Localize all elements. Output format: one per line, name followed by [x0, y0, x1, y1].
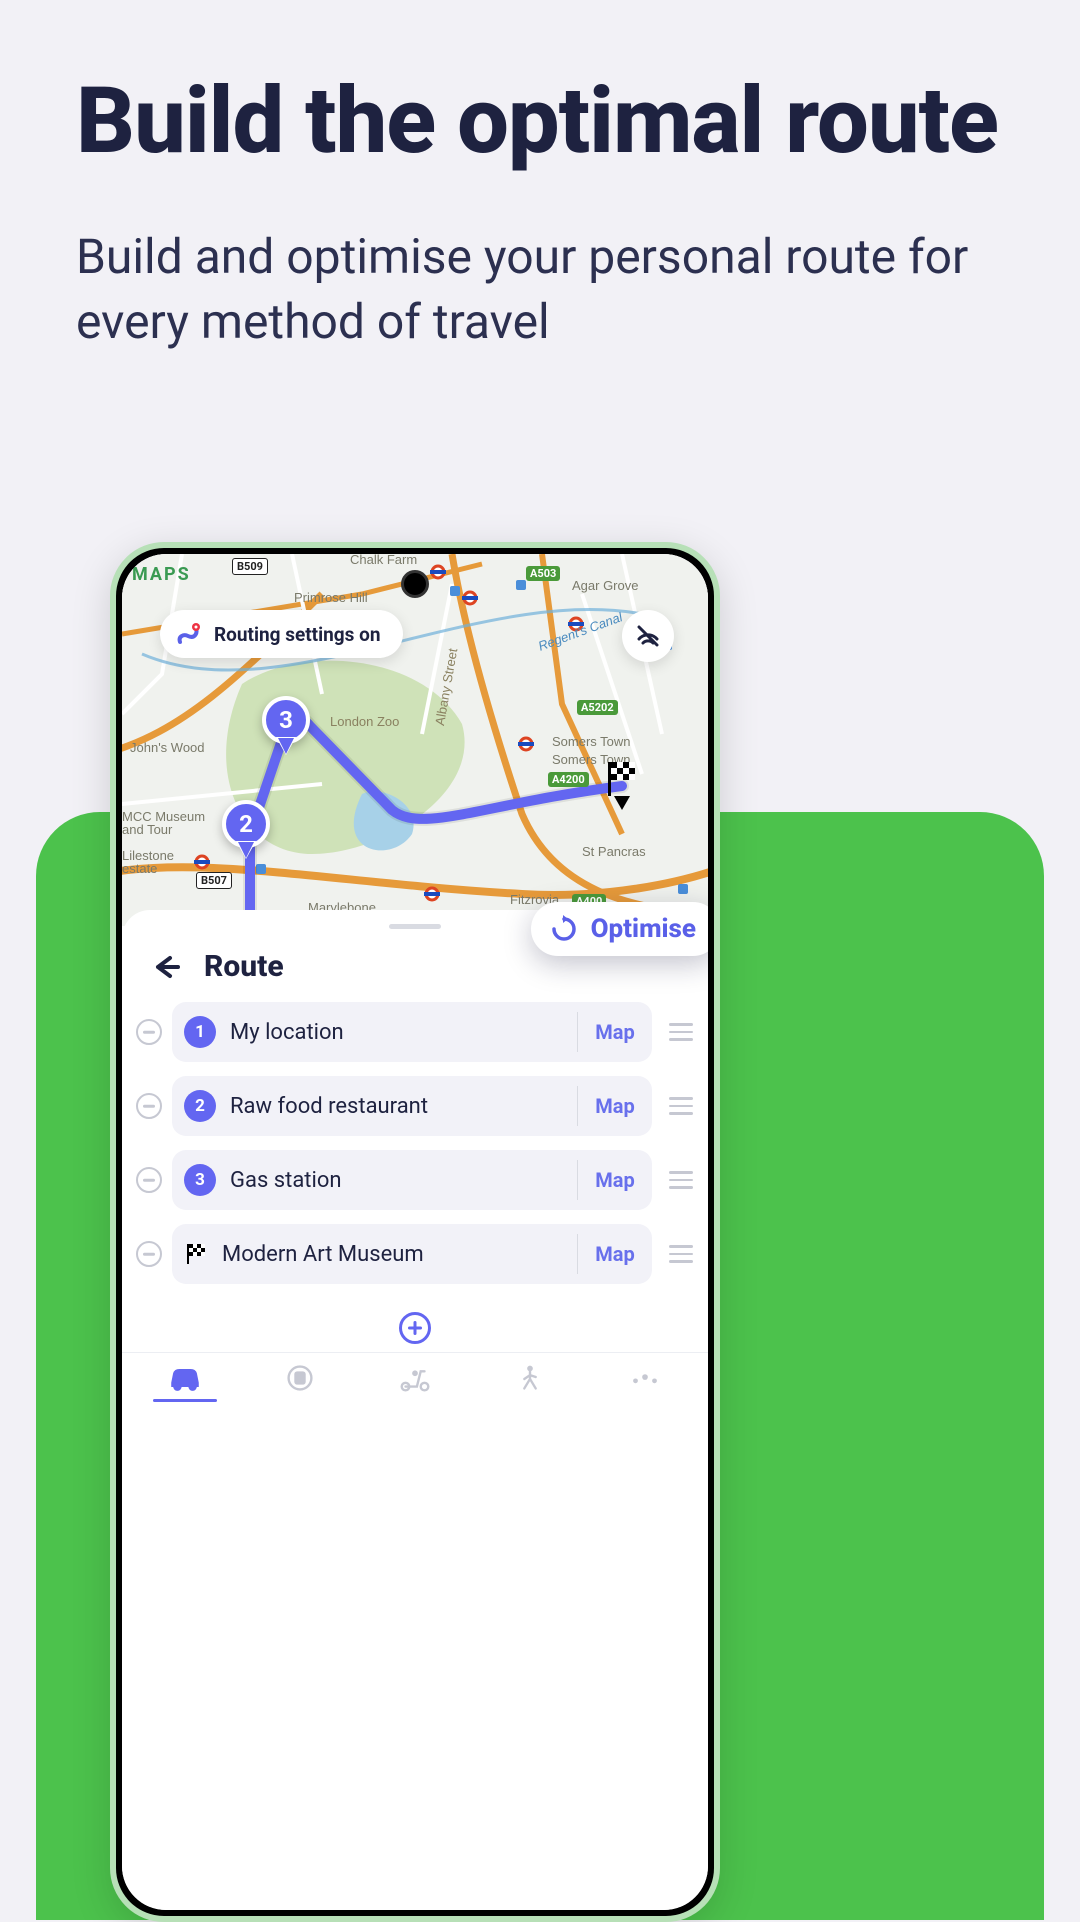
stop-row: 1 My location Map: [136, 1002, 694, 1062]
taxi-icon: [626, 1363, 664, 1393]
map-label: Lilestone estate: [122, 849, 192, 875]
stop-row: Modern Art Museum Map: [136, 1224, 694, 1284]
stop-row: 3 Gas station Map: [136, 1150, 694, 1210]
tab-scooter[interactable]: [383, 1363, 447, 1402]
remove-stop-button[interactable]: [136, 1241, 162, 1267]
walk-icon: [511, 1363, 549, 1393]
map-label: London Zoo: [330, 714, 399, 729]
finish-flag-marker[interactable]: [602, 758, 642, 798]
stop-card[interactable]: 2 Raw food restaurant Map: [172, 1076, 652, 1136]
stops-list: 1 My location Map 2 Raw food restaurant: [122, 1002, 708, 1284]
map-label: St Pancras: [582, 844, 646, 859]
stop-label: Modern Art Museum: [222, 1242, 577, 1267]
road-badge: A5202: [577, 700, 618, 715]
road-badge: B507: [196, 872, 232, 889]
phone-mockup: MAPS Primrose Hill Agar Grove Chalk Farm…: [110, 542, 720, 1922]
map-label: Albany Street: [432, 647, 460, 726]
remove-stop-button[interactable]: [136, 1167, 162, 1193]
stop-number-badge: 3: [184, 1164, 216, 1196]
map-pin-3[interactable]: 3: [262, 696, 310, 744]
stop-number-badge: 1: [184, 1016, 216, 1048]
refresh-icon: [549, 914, 579, 944]
map-pin-2[interactable]: 2: [222, 800, 270, 848]
page-subtitle: Build and optimise your personal route f…: [76, 225, 1004, 355]
status-app-name: MAPS: [132, 564, 191, 585]
map-label: Primrose Hill: [294, 590, 368, 605]
road-badge: A4200: [548, 772, 589, 787]
stop-card[interactable]: 3 Gas station Map: [172, 1150, 652, 1210]
stop-label: My location: [230, 1020, 577, 1045]
stop-map-button[interactable]: Map: [578, 1094, 652, 1118]
road-badge: B509: [232, 558, 268, 575]
stop-map-button[interactable]: Map: [578, 1168, 652, 1192]
scooter-icon: [396, 1363, 434, 1393]
transit-icon: [281, 1363, 319, 1393]
map-label: Agar Grove: [572, 578, 638, 593]
arrow-left-icon: [150, 952, 180, 982]
offline-toggle-button[interactable]: [622, 610, 674, 662]
stop-map-button[interactable]: Map: [578, 1242, 652, 1266]
route-bottom-sheet: Optimise Route 1: [122, 910, 708, 1910]
tab-transit[interactable]: [268, 1363, 332, 1402]
car-icon: [166, 1363, 204, 1393]
sheet-grabber[interactable]: [389, 924, 441, 929]
transport-tabs: [122, 1352, 708, 1416]
pin-number: 3: [279, 706, 293, 734]
drag-handle[interactable]: [662, 1097, 694, 1115]
map-label: Regent's Canal: [536, 609, 624, 653]
optimise-label: Optimise: [591, 914, 696, 944]
plus-icon: [399, 1312, 431, 1344]
route-pin-icon: [174, 622, 202, 646]
camera-hole: [401, 570, 429, 598]
tab-walk[interactable]: [498, 1363, 562, 1402]
drag-handle[interactable]: [662, 1171, 694, 1189]
map-label: Chalk Farm: [350, 554, 417, 567]
back-button[interactable]: [148, 950, 182, 984]
map-view[interactable]: MAPS Primrose Hill Agar Grove Chalk Farm…: [122, 554, 708, 926]
add-stop-button[interactable]: [122, 1298, 708, 1352]
stop-map-button[interactable]: Map: [578, 1020, 652, 1044]
stop-card[interactable]: Modern Art Museum Map: [172, 1224, 652, 1284]
stop-label: Gas station: [230, 1168, 577, 1193]
offline-icon: [633, 621, 663, 651]
stop-row: 2 Raw food restaurant Map: [136, 1076, 694, 1136]
stop-number-badge: 2: [184, 1090, 216, 1122]
routing-settings-chip[interactable]: Routing settings on: [160, 610, 403, 658]
tab-taxi[interactable]: [613, 1363, 677, 1402]
stop-label: Raw food restaurant: [230, 1094, 577, 1119]
road-badge: A503: [526, 566, 560, 581]
checkered-flag-icon: [184, 1242, 208, 1266]
remove-stop-button[interactable]: [136, 1019, 162, 1045]
map-label: John's Wood: [130, 740, 205, 755]
page-title: Build the optimal route: [76, 72, 1004, 171]
stop-card[interactable]: 1 My location Map: [172, 1002, 652, 1062]
remove-stop-button[interactable]: [136, 1093, 162, 1119]
routing-settings-label: Routing settings on: [214, 623, 381, 646]
pin-number: 2: [239, 810, 253, 838]
drag-handle[interactable]: [662, 1023, 694, 1041]
optimise-button[interactable]: Optimise: [531, 902, 708, 956]
map-label: MCC Museum and Tour: [122, 810, 222, 836]
sheet-title: Route: [204, 949, 284, 984]
tab-car[interactable]: [153, 1363, 217, 1402]
map-label: Somers Town: [552, 734, 631, 749]
drag-handle[interactable]: [662, 1245, 694, 1263]
